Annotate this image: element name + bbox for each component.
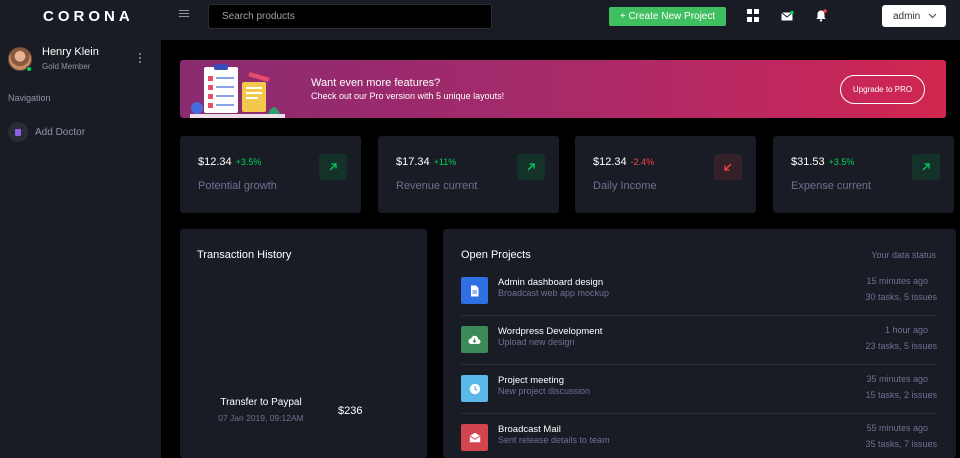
promo-banner: Want even more features? Check out our P…: [180, 60, 946, 118]
stat-value: $12.34: [198, 156, 232, 168]
project-name: Project meeting: [498, 375, 565, 386]
arrow-up-right-icon: [517, 154, 545, 180]
sidebar: Henry Klein Gold Member Navigation Add D…: [0, 40, 161, 458]
arrow-up-right-icon: [912, 154, 940, 180]
divider: [461, 364, 937, 365]
stat-label: Daily Income: [593, 180, 657, 192]
stat-label: Revenue current: [396, 180, 478, 192]
project-description: New project discussion: [498, 386, 591, 396]
sidebar-item-add-doctor[interactable]: Add Doctor: [8, 122, 153, 142]
more-options-icon[interactable]: [139, 53, 142, 64]
clock-icon: [461, 375, 488, 402]
transaction-history-card: Transaction History Transfer to Paypal 0…: [180, 229, 427, 458]
stat-value: $31.53: [791, 156, 825, 168]
sidebar-item-label: Add Doctor: [35, 126, 86, 138]
list-item[interactable]: Wordpress Development Upload new design …: [461, 325, 937, 376]
project-tasks: 35 tasks, 7 issues: [865, 439, 937, 449]
online-status-dot: [26, 66, 32, 72]
project-name: Wordpress Development: [498, 326, 603, 337]
stat-card: $12.34 -2.4% Daily Income: [575, 136, 756, 213]
banner-title: Want even more features?: [311, 77, 441, 89]
stat-change: +3.5%: [828, 157, 855, 167]
stat-change: +11%: [433, 157, 457, 167]
list-item[interactable]: Broadcast Mail Sent release details to t…: [461, 423, 937, 458]
open-projects-card: Open Projects Your data status Admin das…: [443, 229, 956, 458]
project-time: 15 minutes ago: [866, 276, 928, 286]
stat-change: +3.5%: [235, 157, 262, 167]
project-description: Upload new design: [498, 337, 575, 347]
project-name: Admin dashboard design: [498, 277, 604, 288]
clipboard-illustration-icon: [190, 64, 285, 118]
stat-label: Expense current: [791, 180, 872, 192]
user-menu-label: admin: [893, 10, 921, 22]
cloud-download-icon: [461, 326, 488, 353]
create-project-button[interactable]: + Create New Project: [609, 7, 726, 26]
search-input[interactable]: [208, 4, 492, 29]
mail-icon[interactable]: [781, 10, 794, 23]
nav-caption: Navigation: [8, 93, 51, 103]
project-name: Broadcast Mail: [498, 424, 561, 435]
profile-role: Gold Member: [42, 62, 91, 71]
mail-icon: [461, 424, 488, 451]
project-description: Sent release details to team: [498, 435, 610, 445]
stat-value: $12.34: [593, 156, 627, 168]
arrow-up-right-icon: [319, 154, 347, 180]
menu-toggle-icon[interactable]: [179, 10, 189, 22]
stat-change: -2.4%: [630, 157, 655, 167]
project-tasks: 15 tasks, 2 issues: [865, 390, 937, 400]
bell-icon[interactable]: [815, 9, 828, 22]
divider: [461, 413, 937, 414]
project-time: 1 hour ago: [884, 325, 928, 335]
apps-grid-icon[interactable]: [747, 9, 760, 22]
card-title: Transaction History: [197, 249, 292, 261]
project-tasks: 30 tasks, 5 issues: [865, 292, 937, 302]
project-time: 35 minutes ago: [866, 374, 928, 384]
stat-card: $12.34 +3.5% Potential growth: [180, 136, 361, 213]
list-item[interactable]: Admin dashboard design Broadcast web app…: [461, 276, 937, 327]
file-icon: [461, 277, 488, 304]
project-description: Broadcast web app mockup: [498, 288, 610, 298]
project-tasks: 23 tasks, 5 issues: [865, 341, 937, 351]
document-icon: [8, 122, 28, 142]
list-item[interactable]: Project meeting New project discussion 3…: [461, 374, 937, 425]
banner-subtitle: Check out our Pro version with 5 unique …: [311, 91, 505, 101]
stat-card: $31.53 +3.5% Expense current: [773, 136, 954, 213]
stat-label: Potential growth: [198, 180, 277, 192]
transaction-date: 07 Jan 2019, 09:12AM: [218, 413, 304, 423]
stat-value: $17.34: [396, 156, 430, 168]
user-menu-dropdown[interactable]: admin: [882, 5, 946, 27]
data-status-label: Your data status: [871, 250, 936, 260]
project-time: 55 minutes ago: [866, 423, 928, 433]
top-navbar: CORONA + Create New Project admin: [0, 0, 960, 40]
upgrade-to-pro-button[interactable]: Upgrade to PRO: [840, 75, 925, 104]
brand-logo[interactable]: CORONA: [43, 8, 134, 25]
divider: [461, 315, 937, 316]
card-title: Open Projects: [461, 249, 531, 261]
stat-card: $17.34 +11% Revenue current: [378, 136, 559, 213]
arrow-down-left-icon: [714, 154, 742, 180]
profile-name: Henry Klein: [42, 46, 99, 58]
chevron-down-icon: [928, 13, 937, 19]
transaction-name: Transfer to Paypal: [220, 397, 302, 408]
transaction-amount: $236: [338, 405, 363, 417]
